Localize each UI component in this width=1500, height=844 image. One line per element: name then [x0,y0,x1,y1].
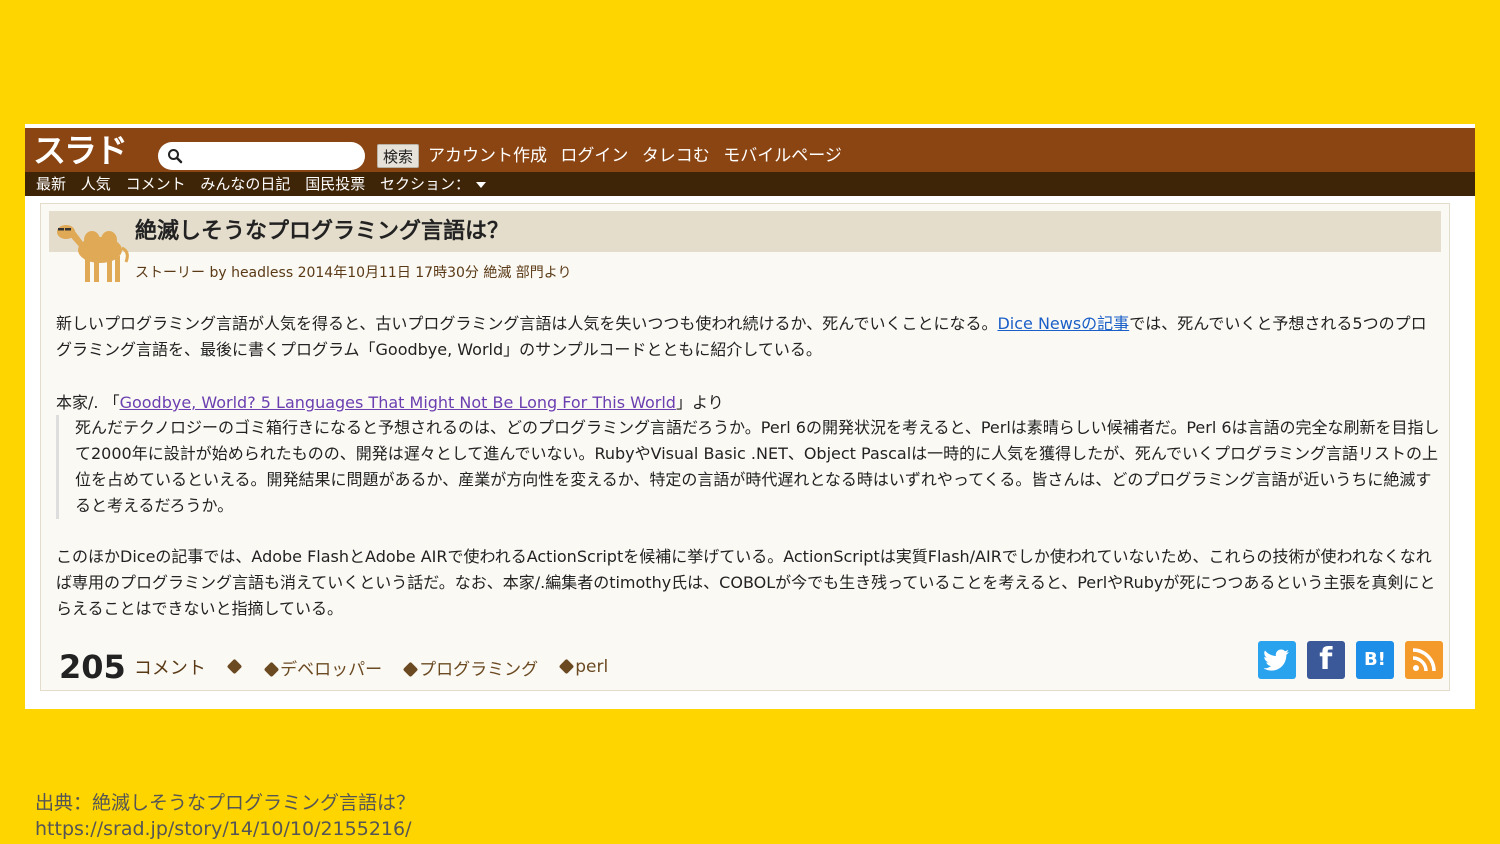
link-mobile-page[interactable]: モバイルページ [723,146,842,166]
credit-title: 出典：絶滅しそうなプログラミング言語は？ [35,792,416,814]
nav-item-journals[interactable]: みんなの日記 [200,175,290,193]
tag-label: プログラミング [419,659,539,680]
nav-bar: 最新 人気 コメント みんなの日記 国民投票 セクション： [25,172,1475,196]
camel-icon [57,225,129,282]
tag-label: perl [575,657,609,677]
quote-source: 本家/. 「Goodbye, World? 5 Languages That M… [56,390,1436,416]
nav-item-latest[interactable]: 最新 [36,175,66,193]
tag-icon [263,661,280,677]
share-buttons: f B! [1252,641,1443,681]
tag-menu[interactable] [226,657,243,677]
search-input[interactable] [158,142,365,170]
nav-item-polls[interactable]: 国民投票 [305,175,365,193]
chevron-down-icon[interactable] [476,181,486,188]
quote-suffix: 」より [675,393,724,412]
tag-icon [558,658,575,675]
quote-prefix: 本家/. 「 [56,393,120,412]
nav-item-sections[interactable]: セクション： [380,175,470,193]
credit-url: https://srad.jp/story/14/10/10/2155216/ [35,818,412,840]
paragraph-followup: このほかDiceの記事では、Adobe FlashとAdobe AIRで使われる… [56,547,1436,618]
screenshot-panel: スラド 検索 アカウント作成 ログイン タレコむ モバイルページ 最新 人気 コ… [25,124,1475,709]
site-logo[interactable]: スラド [33,134,128,168]
tag-label: デベロッパー [280,659,383,680]
title-bar: 絶滅しそうなプログラミング言語は？ [49,211,1441,252]
link-login[interactable]: ログイン [560,146,628,166]
byline: ストーリー by headless 2014年10月11日 17時30分 絶滅 … [135,265,572,281]
comment-label[interactable]: コメント [134,658,206,679]
intro-text: 新しいプログラミング言語が人気を得ると、古いプログラミング言語は人気を失いつつも… [56,314,998,333]
twitter-icon[interactable] [1257,641,1296,679]
hatena-bookmark-icon[interactable]: B! [1355,641,1394,679]
tag-developer[interactable]: デベロッパー [263,659,383,680]
search-button[interactable]: 検索 [377,144,420,168]
tag-icon [402,661,419,677]
rss-icon[interactable] [1405,641,1443,679]
article-footer: 205 コメント デベロッパー プログラミング perl [59,648,609,686]
top-bar: スラド 検索 アカウント作成 ログイン タレコむ モバイルページ [25,128,1475,172]
facebook-icon[interactable]: f [1306,641,1345,679]
paragraph-intro: 新しいプログラミング言語が人気を得ると、古いプログラミング言語は人気を失いつつも… [56,311,1436,363]
nav-item-comments[interactable]: コメント [126,175,186,193]
link-create-account[interactable]: アカウント作成 [428,146,547,166]
nav-item-popular[interactable]: 人気 [81,175,111,193]
tag-programming[interactable]: プログラミング [402,659,539,680]
nav-links: 最新 人気 コメント みんなの日記 国民投票 セクション： [36,172,486,196]
link-slashdot-original[interactable]: Goodbye, World? 5 Languages That Might N… [120,393,676,412]
top-links: アカウント作成 ログイン タレコむ モバイルページ [428,143,850,169]
tag-icon [226,658,243,675]
rss-waves-shape [1412,648,1436,672]
link-dice-news[interactable]: Dice Newsの記事 [997,314,1129,333]
blockquote: 死んだテクノロジーのゴミ箱行きになると予想されるのは、どのプログラミング言語だろ… [56,415,1440,519]
source-credit: 出典：絶滅しそうなプログラミング言語は？ https://srad.jp/sto… [35,790,415,842]
twitter-bird-shape [1262,649,1289,671]
article-title[interactable]: 絶滅しそうなプログラミング言語は？ [135,211,509,252]
tag-perl[interactable]: perl [558,657,609,677]
link-submit-story[interactable]: タレコむ [642,146,710,166]
comment-count[interactable]: 205 [59,648,126,686]
search-icon [168,149,183,164]
article: 絶滅しそうなプログラミング言語は？ ストーリー by headless 2014… [40,203,1450,691]
